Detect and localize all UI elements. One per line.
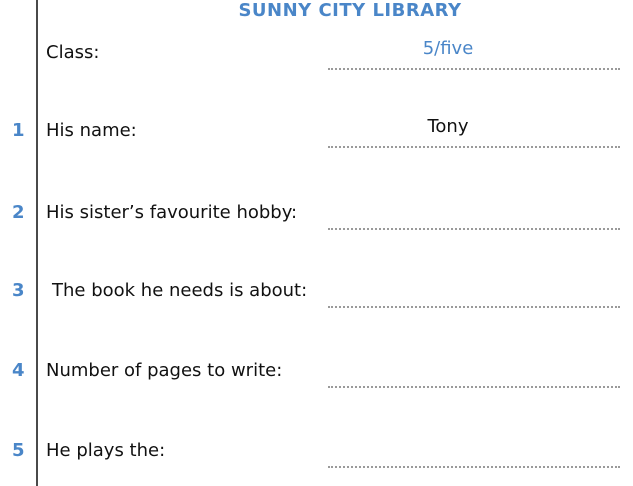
answer-field-instrument[interactable] [328, 448, 620, 468]
row-label-hobby: His sister’s favourite hobby: [46, 202, 298, 223]
row-label-book: The book he needs is about: [52, 280, 308, 301]
form-row-pages: 4 Number of pages to write: [0, 356, 633, 396]
form-row-book: 3 The book he needs is about: [0, 276, 633, 316]
row-label-name: His name: [46, 120, 137, 141]
row-number: 1 [12, 120, 25, 141]
answer-field-name[interactable]: Tony [328, 116, 620, 148]
answer-field-book[interactable] [328, 288, 620, 308]
form-row-hobby: 2 His sister’s favourite hobby: [0, 198, 633, 238]
answer-field-pages[interactable] [328, 368, 620, 388]
form-row-instrument: 5 He plays the: [0, 436, 633, 476]
row-label-instrument: He plays the: [46, 440, 166, 461]
row-label-pages: Number of pages to write: [46, 360, 283, 381]
form-title: SUNNY CITY LIBRARY [238, 0, 462, 21]
answer-field-hobby[interactable] [328, 210, 620, 230]
form-row-name: 1 His name: Tony [0, 116, 633, 156]
answer-text-class: 5/five [422, 38, 474, 59]
answer-text-name: Tony [427, 116, 469, 137]
form-row-class: Class: 5/five [0, 38, 633, 78]
row-number: 5 [12, 440, 25, 461]
row-label-class: Class: [46, 42, 100, 63]
row-number: 3 [12, 280, 25, 301]
row-number: 4 [12, 360, 25, 381]
row-number: 2 [12, 202, 25, 223]
answer-field-class[interactable]: 5/five [328, 38, 620, 70]
